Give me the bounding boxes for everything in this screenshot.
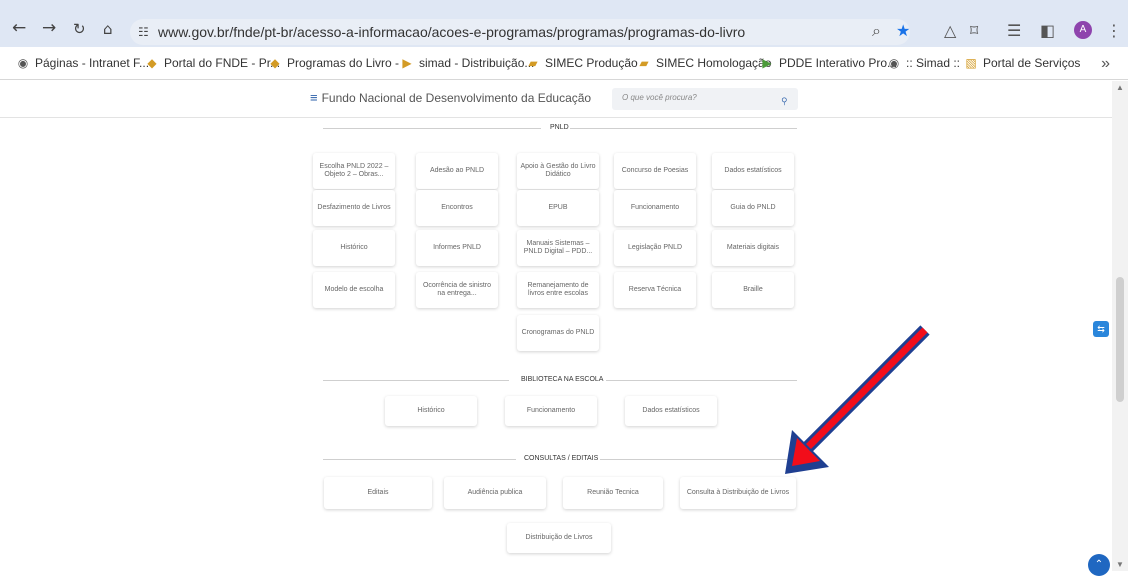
scroll-up-icon[interactable]: ▲ — [1116, 83, 1124, 92]
portal-servicos-icon: ▧ — [965, 56, 977, 70]
consultas-card-reuniao-tecnica[interactable]: Reunião Tecnica — [563, 477, 663, 509]
pnld-card-guia[interactable]: Guia do PNLD — [712, 190, 794, 226]
pnld-card-concurso-poesias[interactable]: Concurso de Poesias — [614, 153, 696, 189]
pnld-card-modelo-escolha[interactable]: Modelo de escolha — [313, 272, 395, 308]
back-icon[interactable]: ← — [12, 18, 26, 38]
pnld-card-historico[interactable]: Histórico — [313, 230, 395, 266]
pnld-card-braille[interactable]: Braille — [712, 272, 794, 308]
section-divider — [323, 380, 509, 381]
section-title-pnld: PNLD — [550, 124, 569, 131]
address-bar[interactable]: ☷ www.gov.br/fnde/pt-br/acesso-a-informa… — [130, 19, 910, 45]
section-divider — [606, 380, 797, 381]
biblioteca-card-dados-estatisticos[interactable]: Dados estatísticos — [625, 396, 717, 426]
reading-list-icon[interactable]: ☰ — [1007, 21, 1021, 40]
pnld-card-informes[interactable]: Informes PNLD — [416, 230, 498, 266]
browser-menu-icon[interactable]: ⋮ — [1106, 21, 1122, 40]
consultas-card-editais[interactable]: Editais — [324, 477, 432, 509]
consultas-card-consulta-distribuicao[interactable]: Consulta à Distribuição de Livros — [680, 477, 796, 509]
red-arrow-annotation — [785, 325, 930, 474]
pnld-card-ocorrencia-sinistro[interactable]: Ocorrência de sinistro na entrega... — [416, 272, 498, 308]
globe-icon: ◉ — [17, 56, 29, 70]
extensions-puzzle-icon[interactable]: ⌑ — [970, 21, 978, 40]
page-scrollbar[interactable]: ▲ ▼ — [1112, 81, 1128, 571]
pnld-card-apoio-gestao[interactable]: Apoio à Gestão do Livro Didático — [517, 153, 599, 189]
pnld-card-remanejamento[interactable]: Remanejamento de livros entre escolas — [517, 272, 599, 308]
translate-widget-icon[interactable]: ⇆ — [1093, 321, 1109, 337]
bookmarks-more-icon[interactable]: » — [1101, 55, 1110, 73]
section-title-biblioteca: BIBLIOTECA NA ESCOLA — [521, 376, 604, 383]
side-panel-icon[interactable]: ◧ — [1040, 21, 1055, 40]
bookmark-simad[interactable]: ◉:: Simad :: — [887, 56, 960, 70]
pnld-card-epub[interactable]: EPUB — [517, 190, 599, 226]
reload-icon[interactable]: ↻ — [73, 20, 86, 38]
zoom-icon[interactable]: ⌕ — [872, 21, 881, 41]
site-search[interactable]: O que você procura? ⌕ — [612, 88, 798, 110]
section-divider — [323, 128, 541, 129]
pnld-card-encontros[interactable]: Encontros — [416, 190, 498, 226]
section-divider — [570, 128, 797, 129]
pnld-card-dados-estatisticos[interactable]: Dados estatísticos — [712, 153, 794, 189]
pnld-card-legislacao[interactable]: Legislação PNLD — [614, 230, 696, 266]
bookmark-simec-producao[interactable]: ▰ SIMEC Produção — [526, 56, 637, 70]
home-icon[interactable]: ⌂ — [103, 20, 113, 38]
globe-icon: ◉ — [888, 56, 900, 70]
section-divider — [323, 459, 516, 460]
bookmark-portal-fnde[interactable]: ◆ Portal do FNDE - Pr... — [145, 56, 280, 70]
search-icon[interactable]: ⌕ — [775, 91, 793, 109]
bookmark-simec-homologacao[interactable]: ▰ SIMEC Homologação — [637, 56, 771, 70]
pnld-card-reserva-tecnica[interactable]: Reserva Técnica — [614, 272, 696, 308]
extension-icon[interactable]: △ — [944, 21, 956, 40]
tab-strip — [0, 0, 1128, 8]
simad-icon: ▶ — [402, 56, 412, 70]
back-to-top-icon[interactable]: ⌃ — [1088, 554, 1110, 576]
pnld-card-cronogramas[interactable]: Cronogramas do PNLD — [517, 315, 599, 351]
section-divider — [600, 459, 797, 460]
bookmark-pdde[interactable]: ▶ PDDE Interativo Pro... — [760, 56, 897, 70]
scroll-down-icon[interactable]: ▼ — [1116, 560, 1124, 569]
site-header: ≡ Fundo Nacional de Desenvolvimento da Ed… — [0, 81, 1112, 118]
pnld-card-adesao[interactable]: Adesão ao PNLD — [416, 153, 498, 189]
pnld-card-materiais-digitais[interactable]: Materiais digitais — [712, 230, 794, 266]
search-placeholder[interactable]: O que você procura? — [622, 93, 697, 102]
simec-icon: ▰ — [639, 56, 649, 70]
fnde-icon: ◆ — [270, 56, 280, 70]
pnld-card-escolha[interactable]: Escolha PNLD 2022 – Objeto 2 – Obras... — [313, 153, 395, 189]
consultas-card-distribuicao-livros[interactable]: Distribuição de Livros — [507, 523, 611, 553]
site-info-icon[interactable]: ☷ — [138, 19, 149, 45]
profile-avatar[interactable]: A — [1074, 21, 1092, 39]
bookmark-programas-livro[interactable]: ◆ Programas do Livro - — [268, 56, 399, 70]
consultas-card-audiencia-publica[interactable]: Audiência publica — [444, 477, 546, 509]
pnld-card-funcionamento[interactable]: Funcionamento — [614, 190, 696, 226]
bookmark-portal-servicos[interactable]: ▧ Portal de Serviços — [964, 56, 1080, 70]
hamburger-menu-icon: ≡ — [310, 90, 318, 105]
bookmarks-bar: ◉ Páginas - Intranet F... ◆ Portal do FNDE… — [0, 47, 1128, 80]
fnde-icon: ◆ — [147, 56, 157, 70]
section-title-consultas: CONSULTAS / EDITAIS — [524, 455, 599, 462]
pdde-icon: ▶ — [762, 56, 772, 70]
forward-icon[interactable]: → — [42, 18, 56, 38]
bookmark-simad-distribuicao[interactable]: ▶ simad - Distribuição... — [400, 56, 534, 70]
biblioteca-card-funcionamento[interactable]: Funcionamento — [505, 396, 597, 426]
scroll-thumb[interactable] — [1116, 277, 1124, 402]
pnld-card-manuais-sistemas[interactable]: Manuais Sistemas – PNLD Digital – PDD... — [517, 230, 599, 266]
bookmark-paginas-intranet[interactable]: ◉ Páginas - Intranet F... — [16, 56, 149, 70]
site-title: Fundo Nacional de Desenvolvimento da Edu… — [321, 91, 592, 105]
biblioteca-card-historico[interactable]: Histórico — [385, 396, 477, 426]
bookmark-star-icon[interactable]: ★ — [896, 21, 910, 40]
pnld-card-desfazimento[interactable]: Desfazimento de Livros — [313, 190, 395, 226]
site-menu-button[interactable]: ≡ Fundo Nacional de Desenvolvimento da Ed… — [310, 90, 591, 105]
url-text[interactable]: www.gov.br/fnde/pt-br/acesso-a-informaca… — [158, 24, 745, 40]
simec-icon: ▰ — [528, 56, 538, 70]
